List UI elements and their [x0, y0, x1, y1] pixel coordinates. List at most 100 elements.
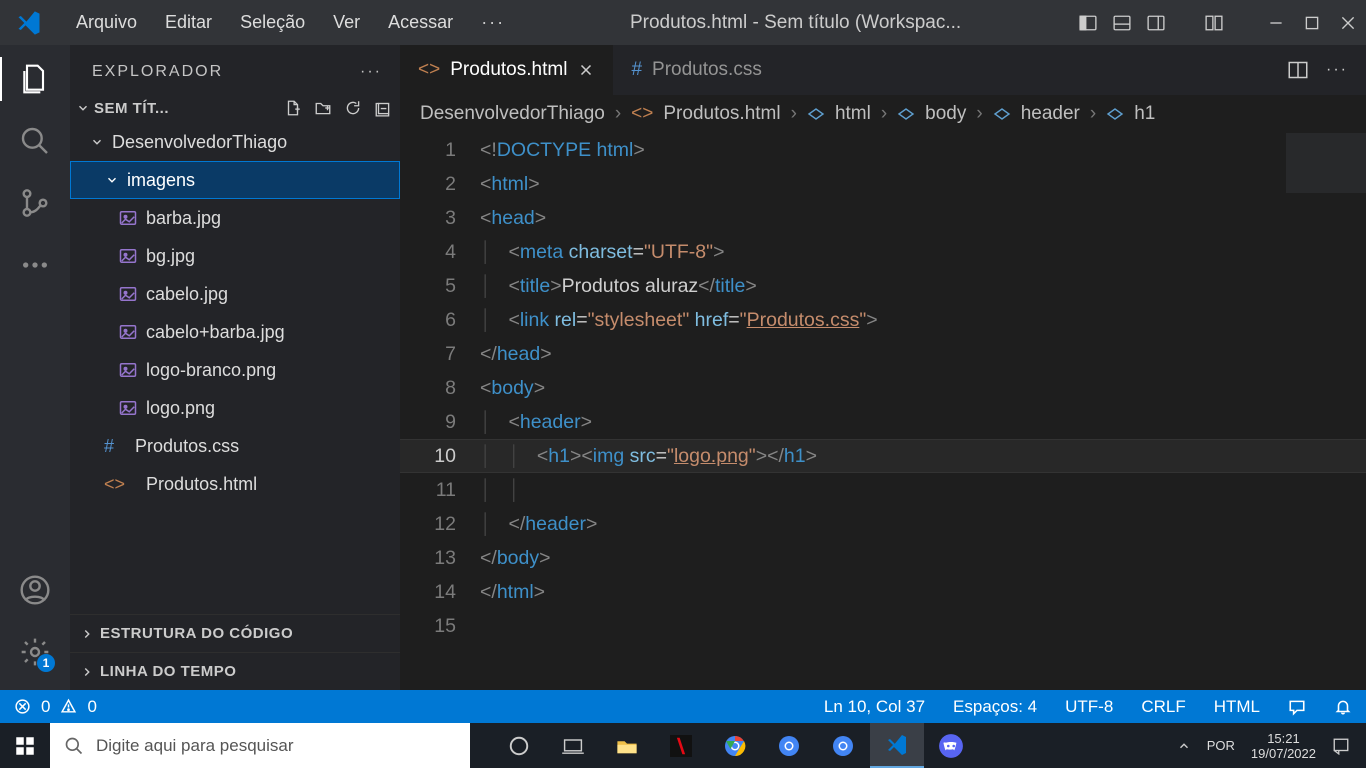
- tree-file[interactable]: bg.jpg: [70, 237, 400, 275]
- bc-html[interactable]: html: [835, 103, 871, 125]
- notifications-icon[interactable]: [1332, 737, 1350, 755]
- new-file-icon[interactable]: [284, 99, 302, 117]
- tree-file-css[interactable]: # Produtos.css: [70, 427, 400, 465]
- status-bar: 0 0 Ln 10, Col 37 Espaços: 4 UTF-8 CRLF …: [0, 690, 1366, 723]
- breadcrumb[interactable]: DesenvolvedorThiago › <> Produtos.html ›…: [400, 95, 1366, 133]
- chrome-icon-2[interactable]: [762, 723, 816, 768]
- customize-layout-icon[interactable]: [1200, 9, 1228, 37]
- warnings-icon[interactable]: [60, 698, 77, 715]
- main-area: 1 EXPLORADOR ··· SEM TÍT... Desenvolvedo…: [0, 45, 1366, 690]
- code-editor[interactable]: 123456789101112131415 <!DOCTYPE html><ht…: [400, 133, 1366, 690]
- task-view-icon[interactable]: [546, 723, 600, 768]
- tab-label: Produtos.css: [652, 59, 762, 81]
- start-button[interactable]: [0, 723, 50, 768]
- menu-selection[interactable]: Seleção: [228, 6, 317, 39]
- folder-label: DesenvolvedorThiago: [112, 132, 287, 153]
- tree-file[interactable]: logo.png: [70, 389, 400, 427]
- explorer-title: EXPLORADOR: [92, 63, 223, 81]
- cortana-icon[interactable]: [492, 723, 546, 768]
- eol[interactable]: CRLF: [1141, 697, 1185, 717]
- menu-view[interactable]: Ver: [321, 6, 372, 39]
- toggle-panel-left-icon[interactable]: [1074, 9, 1102, 37]
- file-label: Produtos.html: [146, 474, 257, 495]
- chevron-right-icon: ›: [976, 103, 982, 125]
- tree-file-html[interactable]: <> Produtos.html: [70, 465, 400, 503]
- file-label: logo.png: [146, 398, 215, 419]
- refresh-icon[interactable]: [344, 99, 362, 117]
- code-content[interactable]: <!DOCTYPE html><html><head>│ <meta chars…: [480, 133, 1366, 690]
- editor-more-icon[interactable]: ···: [1326, 61, 1348, 79]
- hash-icon: #: [104, 436, 114, 457]
- errors-count[interactable]: 0: [41, 697, 50, 717]
- indent-info[interactable]: Espaços: 4: [953, 697, 1037, 717]
- tree-file[interactable]: cabelo.jpg: [70, 275, 400, 313]
- sidebar-footer: ESTRUTURA DO CÓDIGO LINHA DO TEMPO: [70, 614, 400, 690]
- bc-folder[interactable]: DesenvolvedorThiago: [420, 103, 605, 125]
- menu-more[interactable]: ···: [469, 6, 517, 39]
- extensions-more-icon[interactable]: [19, 249, 51, 281]
- menu-file[interactable]: Arquivo: [64, 6, 149, 39]
- editor-tabs: <> Produtos.html # Produtos.css ···: [400, 45, 1366, 95]
- errors-icon[interactable]: [14, 698, 31, 715]
- bc-h1[interactable]: h1: [1134, 103, 1155, 125]
- layout-controls: [1074, 9, 1170, 37]
- activity-bar: 1: [0, 45, 70, 690]
- vscode-taskbar-icon[interactable]: [870, 723, 924, 768]
- window-minimize[interactable]: [1262, 9, 1290, 37]
- vscode-logo-icon: [0, 9, 58, 37]
- window-maximize[interactable]: [1298, 9, 1326, 37]
- discord-icon[interactable]: [924, 723, 978, 768]
- taskbar-search[interactable]: Digite aqui para pesquisar: [50, 723, 470, 768]
- account-icon[interactable]: [19, 574, 51, 606]
- window-close[interactable]: [1334, 9, 1362, 37]
- bc-body[interactable]: body: [925, 103, 966, 125]
- tray-language[interactable]: POR: [1207, 738, 1235, 753]
- tab-label: Produtos.html: [450, 59, 567, 81]
- tree-file[interactable]: cabelo+barba.jpg: [70, 313, 400, 351]
- workspace-row[interactable]: SEM TÍT...: [70, 93, 400, 123]
- bc-header[interactable]: header: [1021, 103, 1080, 125]
- taskbar-apps: [492, 723, 978, 768]
- language-mode[interactable]: HTML: [1214, 697, 1260, 717]
- close-icon[interactable]: [577, 61, 595, 79]
- collapse-all-icon[interactable]: [374, 99, 392, 117]
- settings-badge: 1: [37, 654, 55, 672]
- file-tree: DesenvolvedorThiago imagens barba.jpg bg…: [70, 123, 400, 614]
- encoding[interactable]: UTF-8: [1065, 697, 1113, 717]
- timeline-label: LINHA DO TEMPO: [100, 663, 236, 680]
- toggle-panel-right-icon[interactable]: [1142, 9, 1170, 37]
- tree-folder-root[interactable]: DesenvolvedorThiago: [70, 123, 400, 161]
- timeline-section[interactable]: LINHA DO TEMPO: [70, 652, 400, 690]
- new-folder-icon[interactable]: [314, 99, 332, 117]
- menu-go[interactable]: Acessar: [376, 6, 465, 39]
- cursor-position[interactable]: Ln 10, Col 37: [824, 697, 925, 717]
- explorer-icon[interactable]: [19, 63, 51, 95]
- chrome-icon[interactable]: [708, 723, 762, 768]
- outline-section[interactable]: ESTRUTURA DO CÓDIGO: [70, 614, 400, 652]
- tab-produtos-css[interactable]: # Produtos.css: [613, 45, 779, 95]
- tray-date: 19/07/2022: [1251, 746, 1316, 761]
- tab-produtos-html[interactable]: <> Produtos.html: [400, 45, 613, 95]
- warnings-count[interactable]: 0: [87, 697, 96, 717]
- source-control-icon[interactable]: [19, 187, 51, 219]
- feedback-icon[interactable]: [1288, 698, 1306, 716]
- menu-edit[interactable]: Editar: [153, 6, 224, 39]
- chrome-icon-3[interactable]: [816, 723, 870, 768]
- netflix-icon[interactable]: [654, 723, 708, 768]
- tree-file[interactable]: barba.jpg: [70, 199, 400, 237]
- split-editor-icon[interactable]: [1288, 60, 1308, 80]
- tree-file[interactable]: logo-branco.png: [70, 351, 400, 389]
- tray-clock[interactable]: 15:21 19/07/2022: [1251, 731, 1316, 761]
- explorer-header: EXPLORADOR ···: [70, 45, 400, 93]
- explorer-more-icon[interactable]: ···: [360, 63, 382, 81]
- chevron-right-icon: ›: [791, 103, 797, 125]
- file-explorer-icon[interactable]: [600, 723, 654, 768]
- bell-icon[interactable]: [1334, 698, 1352, 716]
- tree-folder-imagens[interactable]: imagens: [70, 161, 400, 199]
- bc-file[interactable]: Produtos.html: [663, 103, 780, 125]
- system-tray: POR 15:21 19/07/2022: [1177, 731, 1366, 761]
- settings-gear-icon[interactable]: 1: [19, 636, 51, 668]
- tray-chevron-up-icon[interactable]: [1177, 739, 1191, 753]
- search-icon[interactable]: [19, 125, 51, 157]
- toggle-panel-bottom-icon[interactable]: [1108, 9, 1136, 37]
